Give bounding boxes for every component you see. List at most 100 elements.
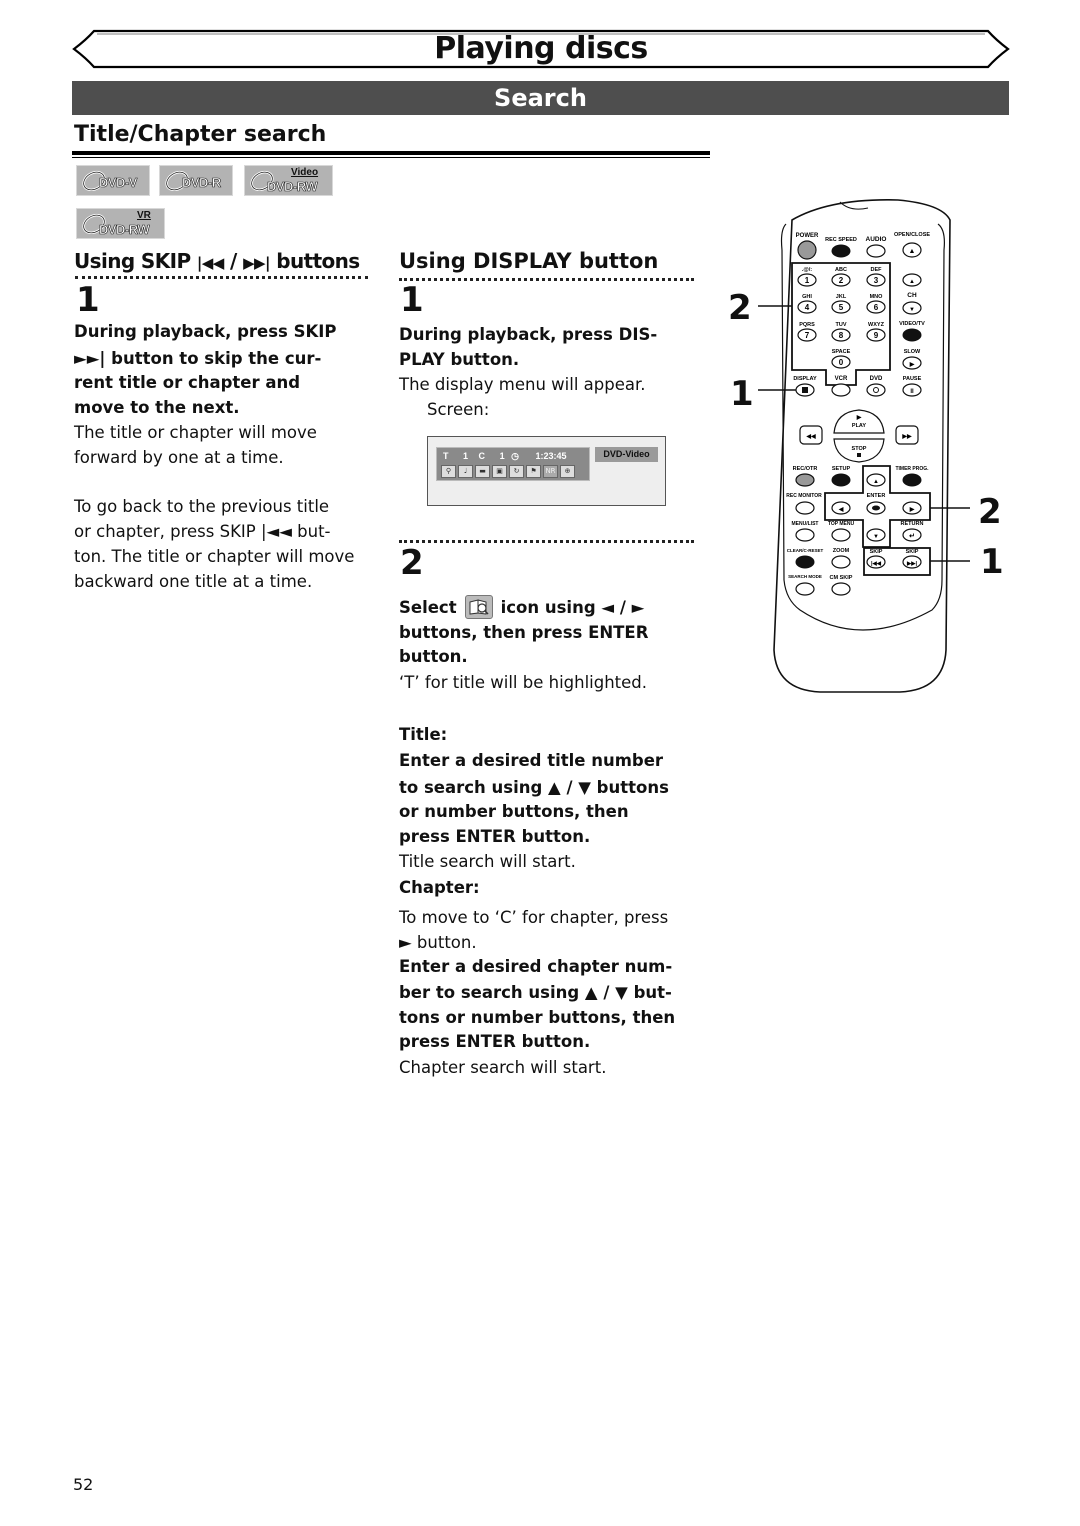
display-menu-screen: T 1 C 1 ◷ 1:23:45 ⚲ ♩ ▬ ▣ ↻ ⚑ NR ⊕ DVD-V… [427, 436, 666, 506]
note-line: or chapter, press SKIP |◄◄ but- [74, 522, 331, 541]
chapter-banner: Playing discs [72, 28, 1010, 70]
instruction-line: Enter a desired chapter num- [399, 956, 673, 976]
key-letters: ABC [835, 267, 847, 273]
skip-heading-suffix: buttons [276, 249, 360, 273]
dotted-divider [399, 540, 694, 543]
key-letters: TUV [836, 322, 847, 328]
repeat-icon[interactable]: ↻ [509, 465, 524, 478]
note-line: The title or chapter will move [74, 423, 317, 442]
key-digit: 9 [874, 331, 879, 340]
remote-label: CM SKIP [830, 575, 853, 581]
key-digit: 2 [839, 276, 844, 285]
osd-bar: T 1 C 1 ◷ 1:23:45 ⚲ ♩ ▬ ▣ ↻ ⚑ NR ⊕ [436, 447, 590, 481]
title-number: 1 [463, 451, 469, 461]
angle-icon[interactable]: ▣ [492, 465, 507, 478]
slash: / [230, 249, 237, 273]
remote-label: SETUP [832, 466, 851, 472]
instruction-line: press ENTER button. [399, 826, 591, 846]
select-word: Select [399, 598, 457, 617]
divider [72, 151, 710, 155]
dotted-divider [75, 276, 368, 279]
note-line: To go back to the previous title [74, 497, 330, 516]
instruction-line: to search using ▲ / ▼ buttons [399, 777, 669, 797]
disc-type-label: DVD-Video [595, 447, 658, 462]
marker-icon[interactable]: ⚑ [526, 465, 541, 478]
instruction-line: rent title or chapter and [74, 373, 301, 392]
step-number: 2 [400, 543, 424, 583]
note-line: backward one title at a time. [74, 572, 313, 591]
key-letters: GHI [802, 294, 812, 300]
skip-forward-icon: ▶▶| [243, 254, 270, 272]
key-digit: 3 [874, 276, 879, 285]
disc-sup-label: Video [291, 167, 319, 178]
disc-label: DVD-RW [99, 222, 150, 238]
zoom-icon[interactable]: ⊕ [560, 465, 575, 478]
svg-text:▶: ▶ [856, 414, 862, 421]
skip-back-icon: |◀◀ [196, 254, 224, 272]
remote-label: PAUSE [903, 376, 922, 382]
instruction-line: press ENTER button. [399, 1032, 591, 1051]
svg-text:▲: ▲ [873, 479, 879, 485]
callout-numbers-step: 2 [728, 288, 752, 328]
audio-icon[interactable]: ♩ [458, 465, 473, 478]
section-title: Search [72, 81, 1009, 115]
elapsed-time: 1:23:45 [535, 451, 567, 461]
key-letters: SPACE [832, 349, 851, 355]
remote-label: PLAY [852, 423, 866, 429]
remote-label: ZOOM [833, 548, 850, 554]
title-label: Title: [399, 724, 448, 744]
subsection-title: Title/Chapter search [74, 122, 327, 147]
page-number: 52 [73, 1475, 94, 1494]
osd-icons: ⚲ ♩ ▬ ▣ ↻ ⚑ NR ⊕ [441, 465, 575, 478]
instruction-line: ►►| button to skip the cur- [74, 348, 322, 368]
disc-label: DVD-V [99, 175, 138, 191]
svg-text:▶▶: ▶▶ [901, 433, 912, 440]
key-letters: MNO [870, 294, 884, 300]
svg-text:◀◀: ◀◀ [805, 433, 816, 440]
chapter-indicator: C [478, 451, 486, 461]
divider-thin [72, 157, 710, 158]
instruction-line: During playback, press SKIP [74, 322, 337, 341]
subtitle-icon[interactable]: ▬ [475, 465, 490, 478]
svg-text:▼: ▼ [909, 307, 915, 313]
remote-label: TIMER PROG. [895, 466, 929, 472]
title-indicator: T [443, 451, 449, 461]
svg-text:II: II [910, 389, 914, 395]
chapter-title: Playing discs [434, 31, 648, 66]
nr-icon[interactable]: NR [543, 465, 558, 478]
step-number: 1 [76, 280, 100, 320]
remote-label: SKIP [870, 549, 883, 555]
remote-label: OPEN/CLOSE [894, 232, 930, 238]
instruction-line: PLAY button. [399, 349, 520, 369]
instruction-line: Select icon using ◄ / ► [399, 594, 709, 621]
disc-sup-label: VR [137, 210, 151, 221]
remote-label: VIDEO/TV [899, 321, 925, 327]
callout-skip-step: 1 [980, 542, 1004, 582]
skip-heading: Using SKIP |◀◀ / ▶▶| buttons [74, 249, 360, 273]
key-letters: DEF [871, 267, 883, 273]
instruction-line: tons or number buttons, then [399, 1007, 676, 1027]
disc-label: DVD-R [182, 175, 222, 191]
key-letters: .@/: [802, 267, 812, 273]
svg-text:↵: ↵ [909, 533, 915, 540]
remote-label: VCR [835, 376, 848, 382]
remote-label: RETURN [901, 521, 924, 527]
instruction-line: button. [399, 647, 468, 666]
remote-label: REC SPEED [825, 237, 857, 243]
remote-label: ENTER [867, 493, 886, 499]
instruction-line: or number buttons, then [399, 802, 629, 821]
chapter-number: 1 [499, 451, 505, 461]
key-digit: 0 [839, 358, 844, 367]
search-icon [464, 594, 493, 619]
dotted-divider [399, 278, 694, 281]
svg-text:▼: ▼ [873, 534, 879, 540]
remote-label: CH [907, 292, 917, 299]
remote-label: REC MONITOR [786, 493, 822, 499]
key-digit: 8 [839, 331, 844, 340]
note-line: forward by one at a time. [74, 448, 284, 467]
key-digit: 4 [805, 303, 810, 312]
remote-label: SEARCH MODE [788, 574, 822, 579]
skip-heading-prefix: Using SKIP [74, 249, 191, 273]
search-icon[interactable]: ⚲ [441, 465, 456, 478]
instruction-line: buttons, then press ENTER [399, 622, 649, 642]
